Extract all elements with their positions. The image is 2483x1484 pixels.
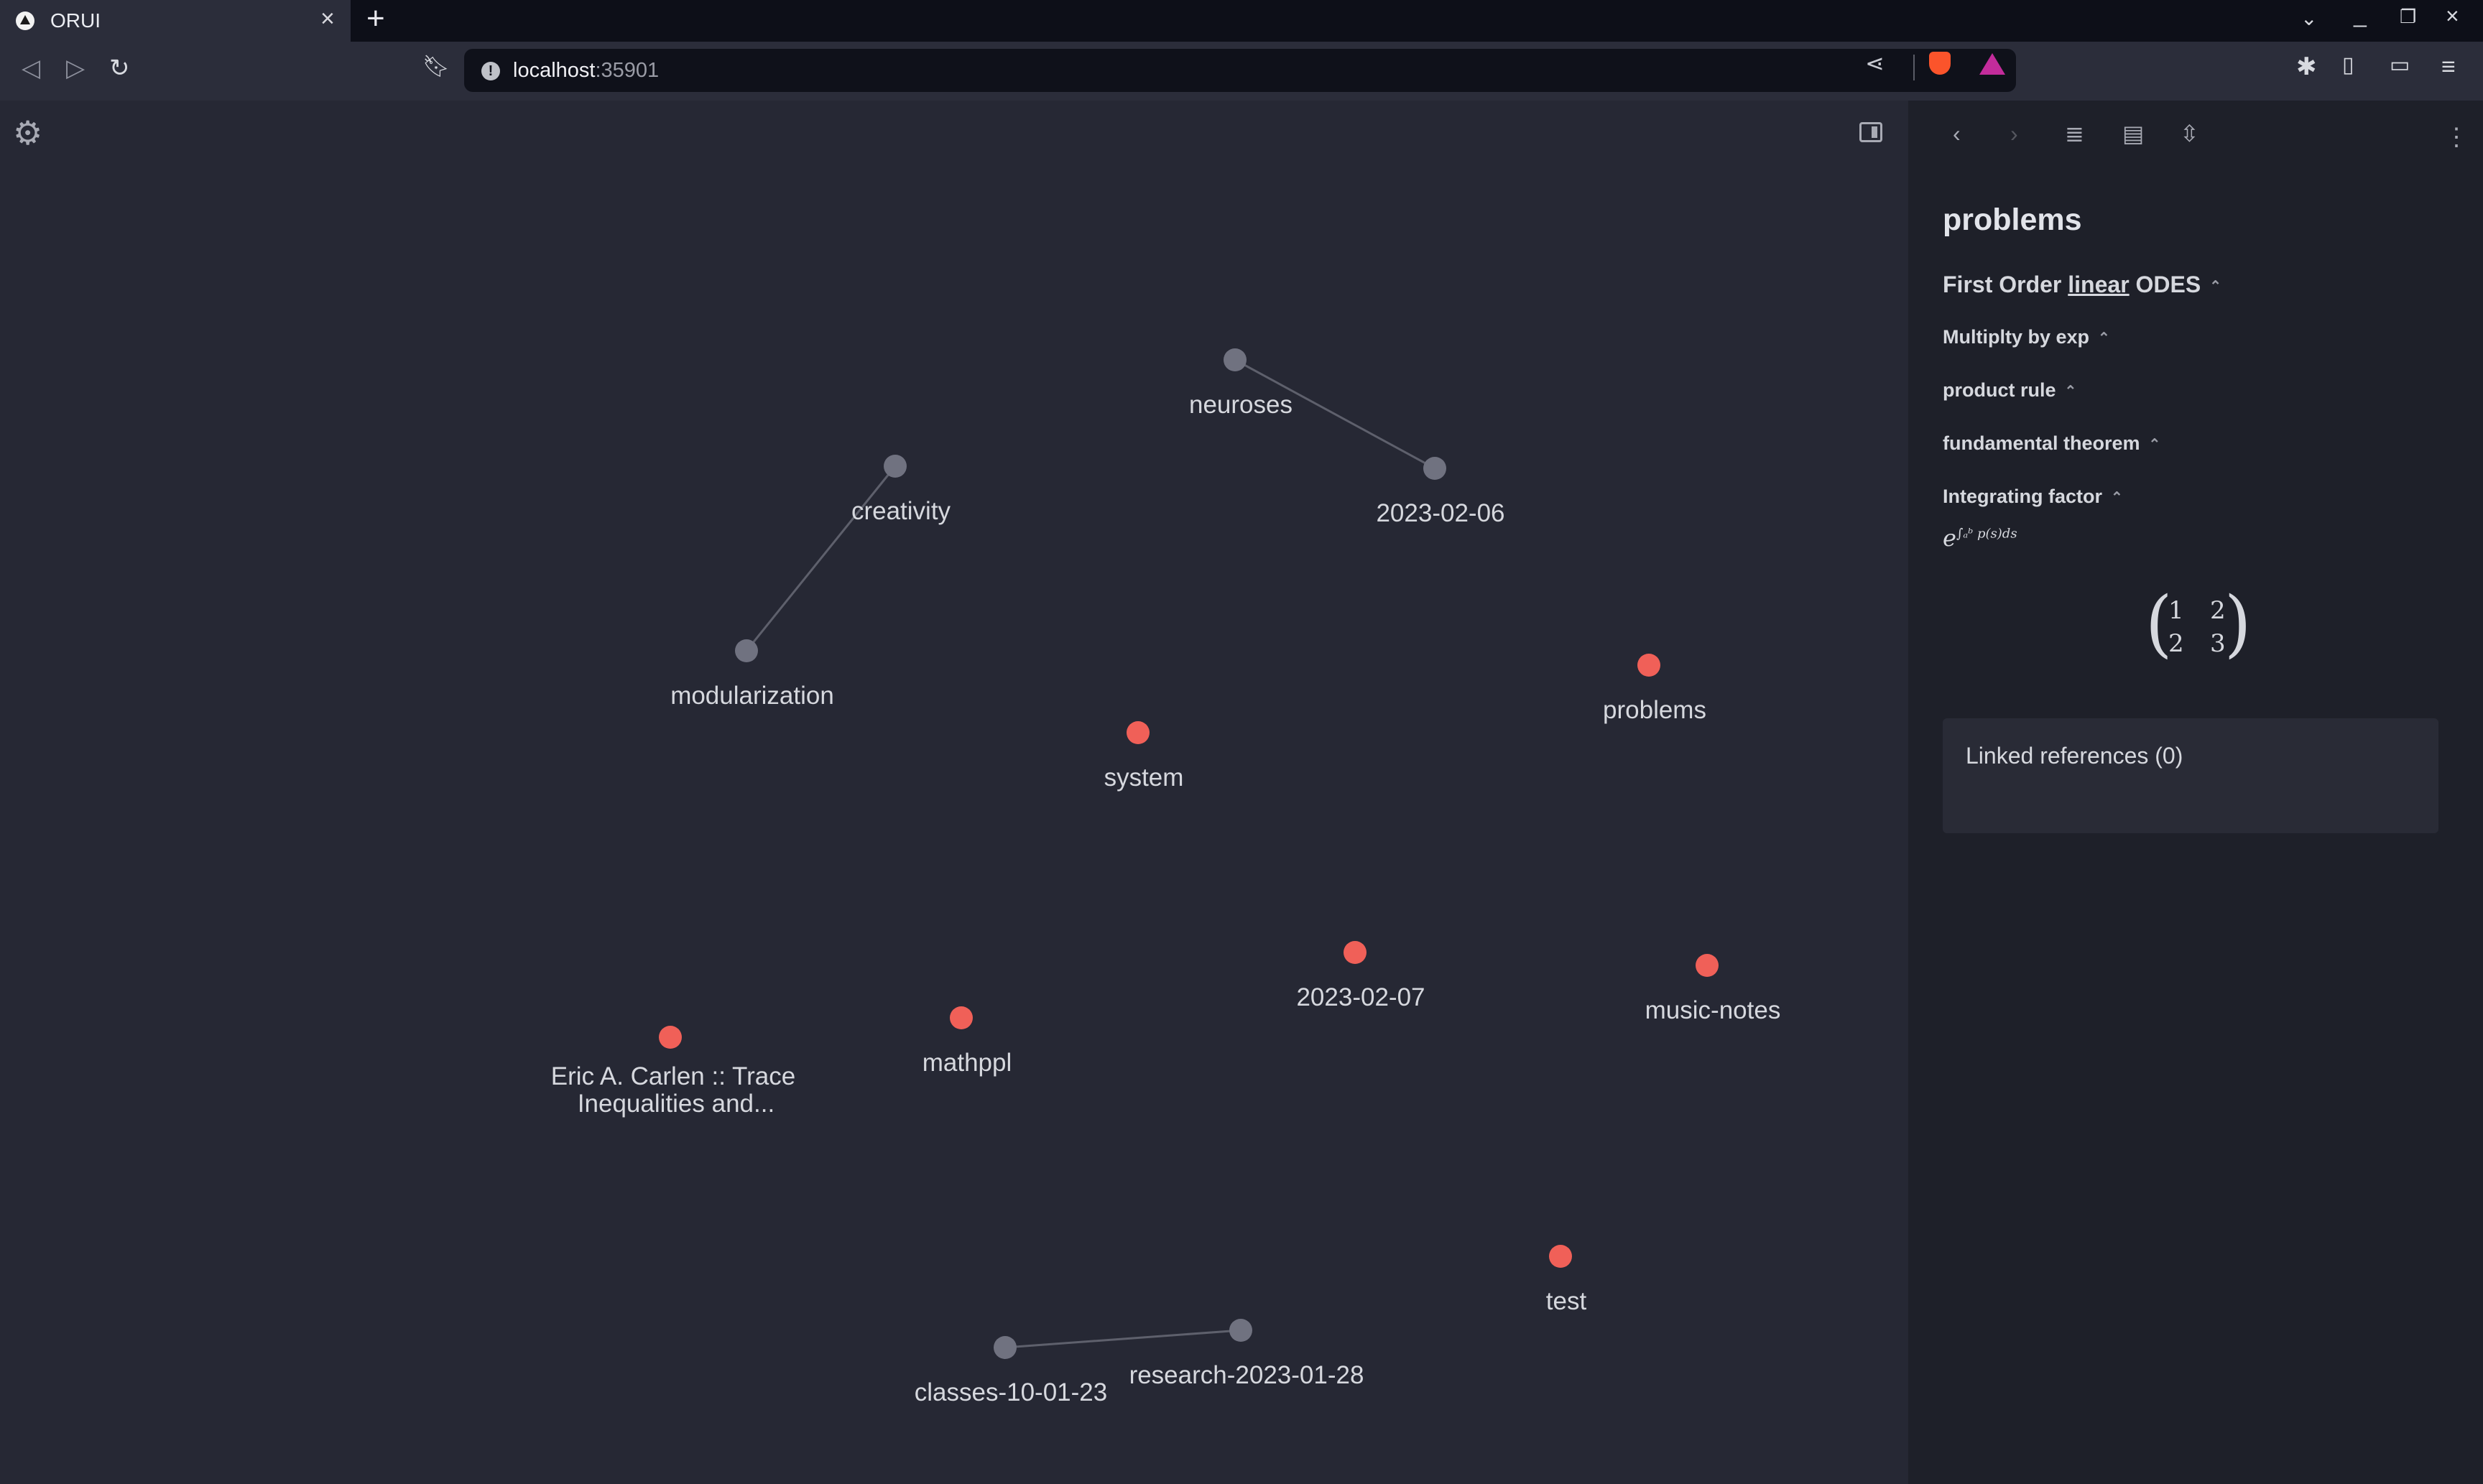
forward-icon[interactable]: ▷ (66, 56, 85, 80)
url-host: localhost (513, 59, 596, 82)
graph-node-problems[interactable] (1637, 654, 1660, 677)
formula-exponent: ∫ₐᵇ p(s)ds (1956, 526, 2017, 542)
bookmark-icon[interactable]: 🔖︎ (422, 56, 450, 78)
graph-node-mathppl[interactable] (950, 1006, 973, 1029)
matrix-cell: 1 (2168, 596, 2184, 625)
heading-text: First Order (1943, 272, 2068, 297)
matrix-cell: 2 (2210, 596, 2226, 625)
math-matrix: ( 1 2 2 3 ) (2145, 588, 2251, 668)
minimize-button[interactable]: _ (2354, 3, 2367, 26)
restore-button[interactable]: ❐ (2400, 7, 2416, 26)
caret-up-icon[interactable]: ⌃ (2209, 279, 2221, 295)
graph-node-label-2023-02-07[interactable]: 2023-02-07 (1296, 983, 1425, 1011)
matrix-cell: 2 (2168, 629, 2184, 658)
heading-text: Integrating factor (1943, 486, 2103, 507)
heading-text: fundamental theorem (1943, 432, 2140, 454)
heading-product-rule[interactable]: product rule ⌃ (1943, 379, 2076, 402)
heading-multiplty[interactable]: Multiplty by exp ⌃ (1943, 326, 2110, 348)
matrix-cell: 3 (2210, 629, 2226, 658)
new-tab-button[interactable]: + (366, 3, 385, 34)
collapse-all-icon[interactable]: ⇳ (2180, 122, 2199, 145)
heading-text: product rule (1943, 379, 2056, 401)
linked-references-label: Linked references (0) (1966, 743, 2183, 769)
caret-up-icon[interactable]: ⌃ (2098, 330, 2110, 346)
linked-references[interactable]: Linked references (0) (1943, 718, 2438, 833)
graph-node-label-classes-10-01-23[interactable]: classes-10-01-23 (915, 1378, 1107, 1406)
tab-search-icon[interactable]: ⌄ (2301, 9, 2317, 29)
graph-node-neuroses[interactable] (1224, 348, 1247, 371)
graph-view[interactable]: ⚙ neuroses 2023-02-06 creativity modulariza… (0, 101, 1908, 1484)
graph-node-2023-02-06[interactable] (1423, 457, 1446, 480)
graph-node-creativity[interactable] (884, 455, 907, 478)
tab-title: ORUI (50, 9, 101, 32)
heading-text: ODES (2129, 272, 2201, 297)
graph-node-research-2023-01-28[interactable] (1229, 1319, 1252, 1342)
graph-node-carlen[interactable] (659, 1026, 682, 1049)
heading-integrating-factor[interactable]: Integrating factor ⌃ (1943, 486, 2123, 508)
extensions-icon[interactable]: ✱ (2296, 55, 2317, 79)
more-options-icon[interactable]: ⋮ (2444, 125, 2469, 149)
math-formula: e∫ₐᵇ p(s)ds (1943, 524, 2017, 552)
matrix-right-paren: ) (2224, 581, 2252, 666)
url-text: localhost:35901 (513, 59, 659, 83)
graph-node-music-notes[interactable] (1696, 954, 1719, 977)
heading-text: Multiplty by exp (1943, 326, 2090, 348)
graph-node-label-system[interactable]: system (1104, 764, 1184, 792)
graph-node-modularization[interactable] (735, 639, 758, 662)
heading-fundamental-theorem[interactable]: fundamental theorem ⌃ (1943, 432, 2160, 455)
tab-orui[interactable]: ORUI × (0, 0, 351, 42)
tab-strip: ORUI × + ⌄ _ ❐ × (0, 0, 2483, 42)
graph-node-label-research-2023-01-28[interactable]: research-2023-01-28 (1129, 1361, 1364, 1389)
reload-icon[interactable]: ↻ (109, 56, 130, 80)
outline-view-icon[interactable]: ≣ (2065, 122, 2084, 145)
orui-favicon-icon (16, 11, 34, 30)
close-window-button[interactable]: × (2446, 4, 2459, 27)
graph-node-label-neuroses[interactable]: neuroses (1189, 391, 1293, 419)
divider (1913, 55, 1915, 80)
address-bar[interactable]: ! localhost:35901 (464, 49, 2016, 92)
brave-rewards-icon[interactable] (1979, 53, 2005, 75)
sidebar-panel: ‹ › ≣ ▤ ⇳ ⋮ problems First Order linear … (1908, 101, 2483, 1484)
graph-node-classes-10-01-23[interactable] (994, 1336, 1017, 1359)
graph-node-system[interactable] (1127, 721, 1150, 744)
sidebar-icon[interactable]: ▯ (2342, 55, 2354, 76)
site-info-icon[interactable]: ! (481, 62, 500, 80)
wallet-icon[interactable]: ▭ (2390, 55, 2410, 76)
graph-edge-creativity-modularization (745, 465, 897, 651)
caret-up-icon[interactable]: ⌃ (2149, 437, 2161, 453)
graph-node-test[interactable] (1549, 1245, 1572, 1268)
page-title: problems (1943, 203, 2082, 237)
back-icon[interactable]: ◁ (22, 56, 40, 80)
heading-link-linear[interactable]: linear (2068, 272, 2129, 297)
caret-up-icon[interactable]: ⌃ (2111, 490, 2123, 506)
tab-close-icon[interactable]: × (320, 6, 335, 31)
url-port: :35901 (595, 59, 660, 82)
brave-shields-icon[interactable] (1929, 52, 1951, 75)
caret-up-icon[interactable]: ⌃ (2065, 384, 2077, 399)
share-icon[interactable]: ⋖ (1865, 52, 1885, 75)
graph-node-label-modularization[interactable]: modularization (670, 682, 834, 710)
graph-node-2023-02-07[interactable] (1344, 941, 1367, 964)
graph-node-label-problems[interactable]: problems (1603, 696, 1706, 724)
graph-canvas[interactable]: neuroses 2023-02-06 creativity modularizati… (0, 101, 1908, 1484)
menu-icon[interactable]: ≡ (2441, 55, 2456, 79)
nav-forward-icon: › (2010, 121, 2018, 147)
heading-first-order[interactable]: First Order linear ODES ⌃ (1943, 272, 2221, 298)
graph-node-label-music-notes[interactable]: music-notes (1645, 996, 1781, 1024)
graph-edge-classes-10-01-23-research-2023-01-28 (1004, 1329, 1242, 1349)
graph-node-label-test[interactable]: test (1546, 1287, 1587, 1315)
browser-toolbar: ◁ ▷ ↻ 🔖︎ ! localhost:35901 ⋖ ✱ ▯ ▭ ≡ (0, 42, 2483, 101)
graph-node-label-carlen[interactable]: Eric A. Carlen :: Trace Inequalities and.… (551, 1062, 795, 1118)
nav-back-icon[interactable]: ‹ (1953, 122, 1961, 145)
document-view-icon[interactable]: ▤ (2122, 122, 2144, 145)
graph-node-label-mathppl[interactable]: mathppl (923, 1049, 1012, 1077)
formula-base: e (1943, 524, 1956, 552)
graph-node-label-creativity[interactable]: creativity (851, 497, 951, 525)
graph-node-label-2023-02-06[interactable]: 2023-02-06 (1376, 499, 1504, 527)
